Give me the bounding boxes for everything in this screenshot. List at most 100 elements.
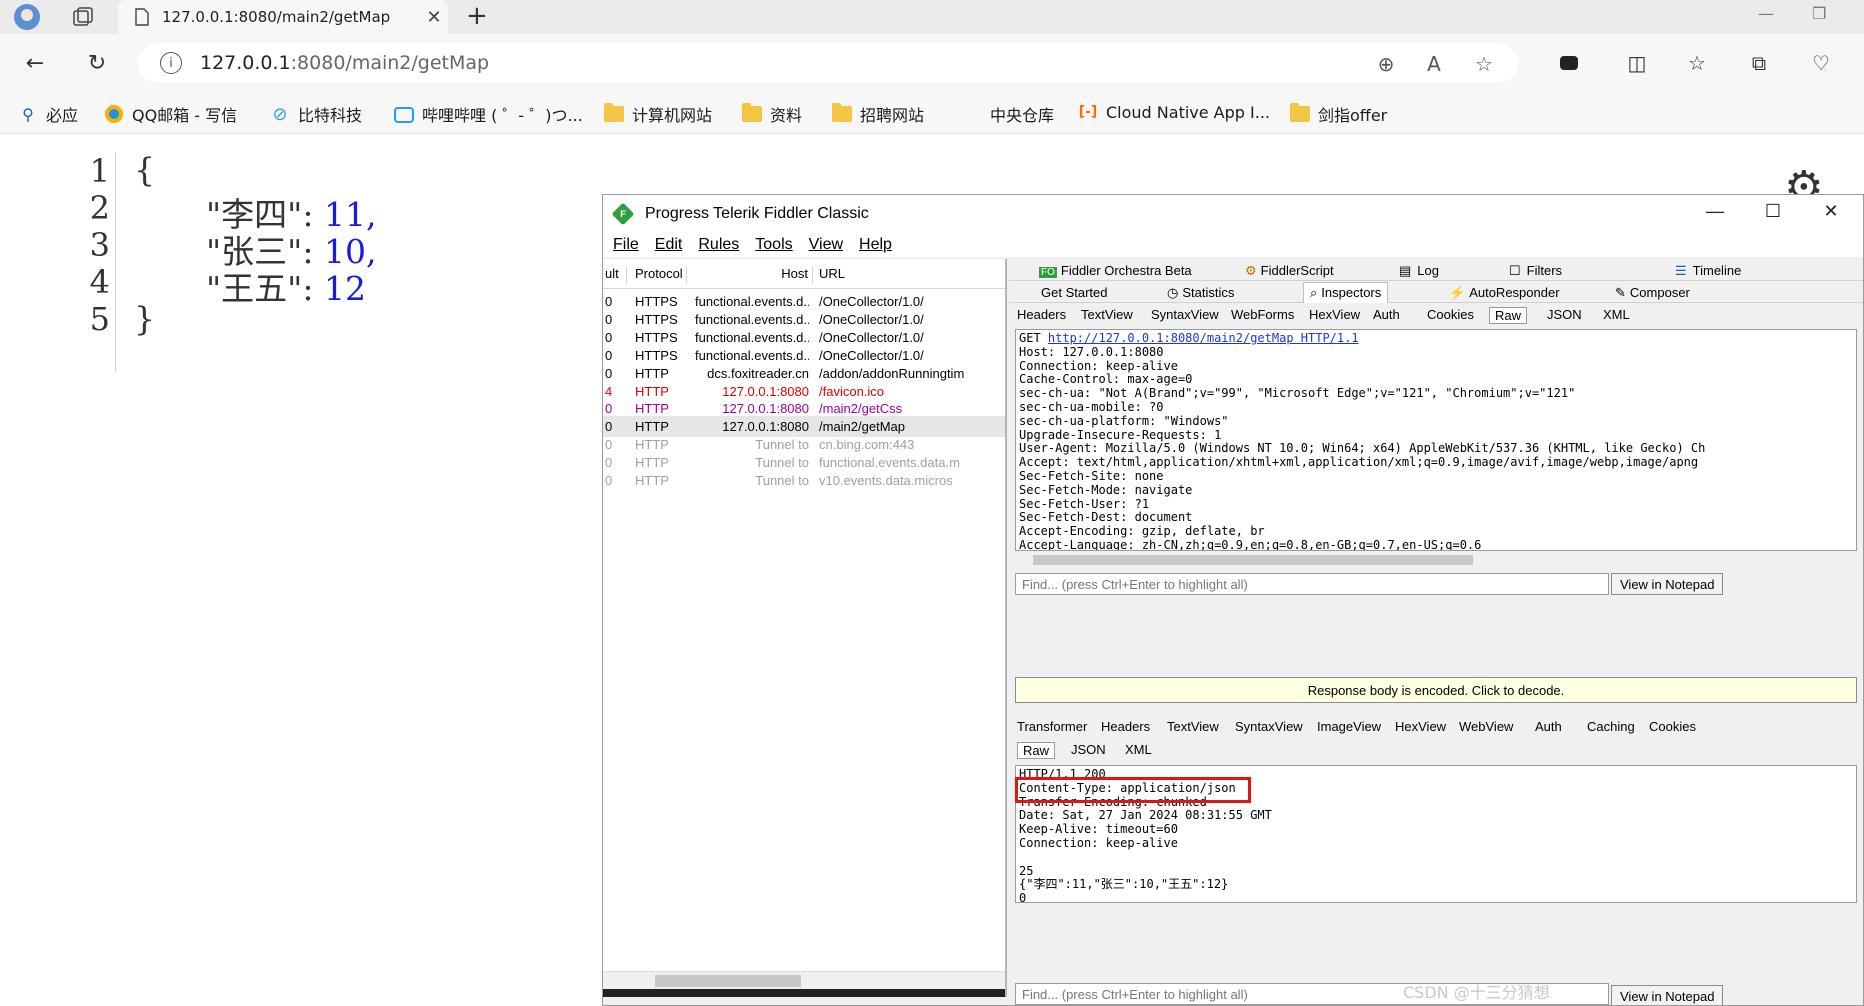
tab-cookies[interactable]: Cookies xyxy=(1649,719,1696,734)
tab-log[interactable]: ▤ Log xyxy=(1399,263,1439,279)
menu-edit[interactable]: Edit xyxy=(655,236,683,254)
column-host[interactable]: Host xyxy=(695,266,813,284)
scrollbar-thumb[interactable] xyxy=(655,975,801,987)
tab-textview[interactable]: TextView xyxy=(1081,307,1133,322)
address-bar[interactable]: i 127.0.0.1:8080/main2/getMap ⊕ A ☆ xyxy=(138,43,1518,83)
new-tab-icon[interactable]: + xyxy=(466,2,488,30)
restore-icon[interactable]: ❐ xyxy=(1812,4,1826,23)
tab-auth[interactable]: Auth xyxy=(1535,719,1562,734)
menu-tools[interactable]: Tools xyxy=(755,236,792,254)
tab-raw[interactable]: Raw xyxy=(1489,307,1528,324)
bookmark-item[interactable]: QQ邮箱 - 写信 xyxy=(104,102,237,126)
scrollbar-thumb[interactable] xyxy=(1033,555,1473,565)
tab-get-started[interactable]: Get Started xyxy=(1041,285,1107,300)
bookmark-item[interactable]: ⚲ 必应 xyxy=(18,102,78,126)
column-result[interactable]: ult xyxy=(605,266,627,284)
tab-imageview[interactable]: ImageView xyxy=(1317,719,1381,734)
menu-rules[interactable]: Rules xyxy=(698,236,739,254)
session-result: 0 xyxy=(605,455,613,471)
session-url: functional.events.data.m xyxy=(819,455,960,471)
tab-xml[interactable]: XML xyxy=(1603,307,1630,322)
bookmark-item[interactable]: 中央仓库 xyxy=(990,102,1054,126)
tab-filters[interactable]: ☐ Filters xyxy=(1509,263,1562,279)
read-aloud-icon[interactable]: A xyxy=(1422,52,1446,76)
extension-icon[interactable] xyxy=(1554,48,1584,78)
split-screen-icon[interactable]: ◫ xyxy=(1622,48,1652,78)
menu-view[interactable]: View xyxy=(809,236,843,254)
bookmark-label: 必应 xyxy=(46,106,79,125)
browser-tab-active[interactable]: 127.0.0.1:8080/main2/getMap ✕ xyxy=(118,0,448,34)
tab-fiddlerscript[interactable]: ⚙ FiddlerScript xyxy=(1245,263,1334,279)
session-row[interactable]: 0 HTTP Tunnel to v10.events.data.micros xyxy=(603,470,1005,491)
profile-avatar-icon[interactable] xyxy=(12,3,42,31)
favorites-icon[interactable]: ☆ xyxy=(1682,48,1712,78)
response-line: Keep-Alive: timeout=60 xyxy=(1019,822,1178,837)
bookmark-folder[interactable]: 招聘网站 xyxy=(832,102,924,126)
quickexec-bar[interactable] xyxy=(603,989,1005,997)
request-view-in-notepad-button[interactable]: View in Notepad xyxy=(1611,573,1724,595)
bookmark-item[interactable]: 哔哩哔哩 ( ゜- ゜)つ... xyxy=(394,102,583,126)
refresh-icon[interactable]: ↻ xyxy=(82,48,112,78)
session-protocol: HTTPS xyxy=(635,329,678,345)
bookmark-label: 资料 xyxy=(770,106,803,125)
tab-syntaxview[interactable]: SyntaxView xyxy=(1151,307,1219,322)
menu-help[interactable]: Help xyxy=(859,236,892,254)
bookmark-folder[interactable]: 资料 xyxy=(742,102,802,126)
column-url[interactable]: URL xyxy=(819,266,999,284)
request-url-link[interactable]: http://127.0.0.1:8080/main2/getMap HTTP/… xyxy=(1048,331,1359,345)
tab-webview[interactable]: WebView xyxy=(1459,719,1513,734)
minimize-icon[interactable]: — xyxy=(1758,4,1774,23)
close-tab-icon[interactable]: ✕ xyxy=(420,7,448,28)
csdn-watermark: CSDN @十三分猜想 xyxy=(1403,983,1550,1002)
tab-xml[interactable]: XML xyxy=(1125,742,1152,757)
tab-json[interactable]: JSON xyxy=(1547,307,1582,322)
tab-transformer[interactable]: Transformer xyxy=(1017,719,1087,734)
zoom-icon[interactable]: ⊕ xyxy=(1374,52,1398,76)
tab-cookies[interactable]: Cookies xyxy=(1427,307,1474,322)
tab-collections-icon[interactable] xyxy=(68,3,98,31)
tab-json[interactable]: JSON xyxy=(1071,742,1106,757)
request-find-input[interactable]: Find... (press Ctrl+Enter to highlight a… xyxy=(1015,573,1609,595)
request-header-line: Accept: text/html,application/xhtml+xml,… xyxy=(1019,455,1699,470)
response-line xyxy=(1019,851,1853,865)
tab-statistics[interactable]: ◷ Statistics xyxy=(1167,285,1234,301)
tab-autoresponder[interactable]: ⚡ AutoResponder xyxy=(1449,285,1560,301)
site-info-icon[interactable]: i xyxy=(160,52,182,74)
minimize-icon[interactable]: — xyxy=(1695,201,1735,222)
column-protocol[interactable]: Protocol xyxy=(635,266,687,284)
bookmark-label: 计算机网站 xyxy=(632,106,713,125)
back-icon[interactable]: ← xyxy=(20,48,50,78)
bookmark-folder[interactable]: 计算机网站 xyxy=(604,102,712,126)
response-encoded-notice[interactable]: Response body is encoded. Click to decod… xyxy=(1015,677,1857,703)
tab-hexview[interactable]: HexView xyxy=(1395,719,1446,734)
tab-caching[interactable]: Caching xyxy=(1587,719,1635,734)
menu-file[interactable]: File xyxy=(613,236,639,254)
bookmark-item[interactable]: [-] Cloud Native App I... xyxy=(1078,102,1270,122)
maximize-icon[interactable]: ☐ xyxy=(1753,201,1793,222)
tab-headers[interactable]: Headers xyxy=(1101,719,1150,734)
request-raw-view[interactable]: GET http://127.0.0.1:8080/main2/getMap H… xyxy=(1015,329,1857,551)
tab-hexview[interactable]: HexView xyxy=(1309,307,1360,322)
response-view-in-notepad-button[interactable]: View in Notepad xyxy=(1611,985,1724,1005)
tab-raw[interactable]: Raw xyxy=(1017,742,1056,759)
tab-headers[interactable]: Headers xyxy=(1017,307,1066,322)
session-list-scrollbar[interactable] xyxy=(603,971,1005,989)
request-scrollbar[interactable] xyxy=(1015,553,1857,567)
tab-webforms[interactable]: WebForms xyxy=(1231,307,1294,322)
statistics-icon: ◷ xyxy=(1167,285,1179,300)
tab-fiddler-orchestra[interactable]: FO Fiddler Orchestra Beta xyxy=(1039,263,1192,278)
tab-composer[interactable]: ✎ Composer xyxy=(1615,285,1690,301)
tab-timeline[interactable]: ☰ Timeline xyxy=(1675,263,1741,279)
tab-textview[interactable]: TextView xyxy=(1167,719,1219,734)
tab-auth[interactable]: Auth xyxy=(1373,307,1400,322)
tab-inspectors[interactable]: ⌕ Inspectors xyxy=(1303,282,1389,303)
close-icon[interactable]: ✕ xyxy=(1811,201,1851,222)
favorite-star-icon[interactable]: ☆ xyxy=(1472,52,1496,76)
tab-syntaxview[interactable]: SyntaxView xyxy=(1235,719,1303,734)
collections-icon[interactable]: ⧉ xyxy=(1744,48,1774,78)
browser-essentials-icon[interactable]: ♡ xyxy=(1806,48,1836,78)
bookmark-folder[interactable]: 剑指offer xyxy=(1290,102,1387,126)
json-key: "王五": xyxy=(206,269,314,308)
request-method: GET xyxy=(1019,331,1048,345)
bookmark-item[interactable]: ⊘ 比特科技 xyxy=(270,102,362,126)
